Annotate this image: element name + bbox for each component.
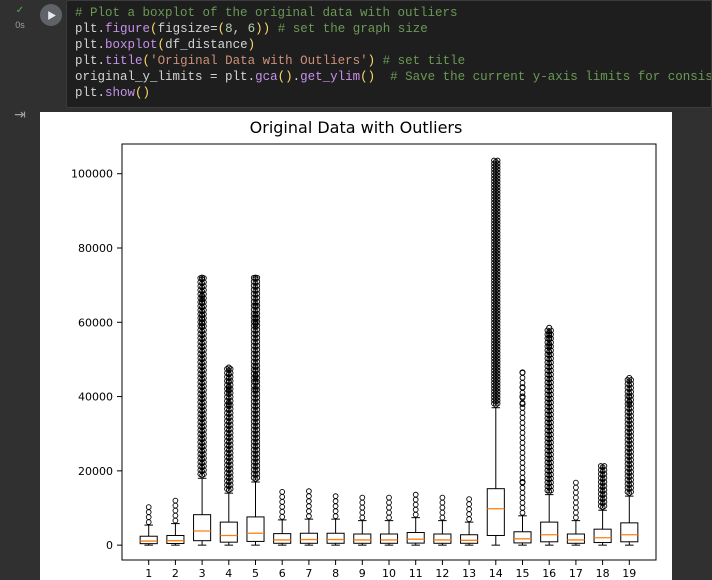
notebook: ✓ 0s # Plot a boxplot of the original da… [0,0,712,580]
code-cell: ✓ 0s # Plot a boxplot of the original da… [0,0,712,108]
svg-text:15: 15 [516,567,530,580]
output-gutter: ⇥ [0,100,40,123]
exec-time-label: 0s [15,20,25,30]
svg-text:20000: 20000 [78,465,113,478]
svg-text:11: 11 [409,567,423,580]
svg-text:14: 14 [489,567,503,580]
svg-text:7: 7 [305,567,312,580]
run-column [40,0,66,108]
play-icon [46,10,57,21]
svg-text:80000: 80000 [78,242,113,255]
svg-text:13: 13 [462,567,476,580]
svg-text:9: 9 [359,567,366,580]
svg-text:19: 19 [622,567,636,580]
cell-gutter: ✓ 0s [0,0,40,108]
run-button[interactable] [40,4,62,26]
svg-text:60000: 60000 [78,316,113,329]
svg-text:12: 12 [435,567,449,580]
svg-text:6: 6 [279,567,286,580]
svg-text:10: 10 [382,567,396,580]
svg-text:18: 18 [596,567,610,580]
svg-text:3: 3 [199,567,206,580]
svg-text:1: 1 [145,567,152,580]
svg-text:100000: 100000 [71,168,113,181]
boxplot-figure: 0200004000060000800001000001234567891011… [40,112,672,580]
svg-text:40000: 40000 [78,391,113,404]
code-editor[interactable]: # Plot a boxplot of the original data wi… [66,0,712,108]
check-icon: ✓ [16,6,24,16]
move-cell-icon[interactable]: ⇥ [14,106,26,123]
svg-text:0: 0 [106,539,113,552]
svg-text:16: 16 [542,567,556,580]
svg-text:4: 4 [225,567,232,580]
svg-text:8: 8 [332,567,339,580]
svg-text:17: 17 [569,567,583,580]
cell-output: Original Data with Outliers 020000400006… [40,112,672,580]
svg-text:2: 2 [172,567,179,580]
svg-text:5: 5 [252,567,259,580]
